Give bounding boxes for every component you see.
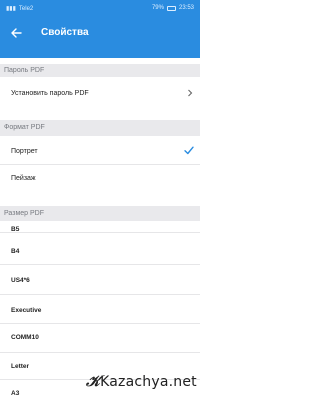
section-header-format: Формат PDF: [0, 120, 200, 136]
watermark-text: Kazachya.net: [100, 374, 197, 390]
status-right: 79% 23:53: [152, 5, 194, 11]
format-portrait-label: Портрет: [11, 147, 38, 155]
size-option[interactable]: US4*6: [0, 269, 200, 291]
size-option-label: COMM10: [11, 333, 39, 341]
section-header-password: Пароль PDF: [0, 64, 200, 77]
app-bar: ▮▮▮ Tele2 79% 23:53 Свойства: [0, 0, 200, 58]
checkmark-icon: [184, 146, 194, 155]
size-option[interactable]: COMM10: [0, 326, 200, 348]
divider: [0, 232, 200, 233]
size-option-label: Executive: [11, 306, 42, 314]
format-option-landscape[interactable]: Пейзаж: [0, 165, 200, 191]
status-bar: ▮▮▮ Tele2 79% 23:53: [0, 0, 200, 16]
divider: [0, 352, 200, 353]
section-header-size: Размер PDF: [0, 206, 200, 221]
watermark: 𝒦Kazachya.net: [86, 372, 197, 390]
size-option-label: B4: [11, 247, 20, 255]
battery-icon: [166, 5, 176, 11]
size-option-label: Letter: [11, 362, 30, 370]
format-option-portrait[interactable]: Портрет: [0, 138, 200, 164]
size-option-label: A3: [11, 389, 20, 397]
size-option[interactable]: B4: [0, 240, 200, 262]
size-option-label: B5: [11, 226, 20, 231]
size-option-label: US4*6: [11, 276, 30, 284]
set-password-label: Установить пароль PDF: [11, 89, 89, 97]
battery-percent: 79%: [151, 5, 164, 11]
carrier-label: Tele2: [18, 5, 34, 12]
clock: 23:53: [178, 5, 194, 11]
page-title: Свойства: [41, 27, 89, 38]
arrow-left-icon: [11, 28, 22, 38]
back-button[interactable]: [7, 24, 25, 42]
set-password-row[interactable]: Установить пароль PDF: [0, 80, 200, 106]
signal-icon: ▮▮▮: [6, 6, 16, 12]
divider: [0, 294, 200, 295]
format-landscape-label: Пейзаж: [11, 174, 36, 182]
size-option[interactable]: B5: [0, 221, 200, 231]
size-option[interactable]: Executive: [0, 299, 200, 321]
chevron-right-icon: [188, 89, 193, 97]
status-left: ▮▮▮ Tele2: [6, 5, 34, 13]
divider: [0, 264, 200, 265]
divider: [0, 323, 200, 324]
watermark-logo-icon: 𝒦: [86, 372, 101, 390]
